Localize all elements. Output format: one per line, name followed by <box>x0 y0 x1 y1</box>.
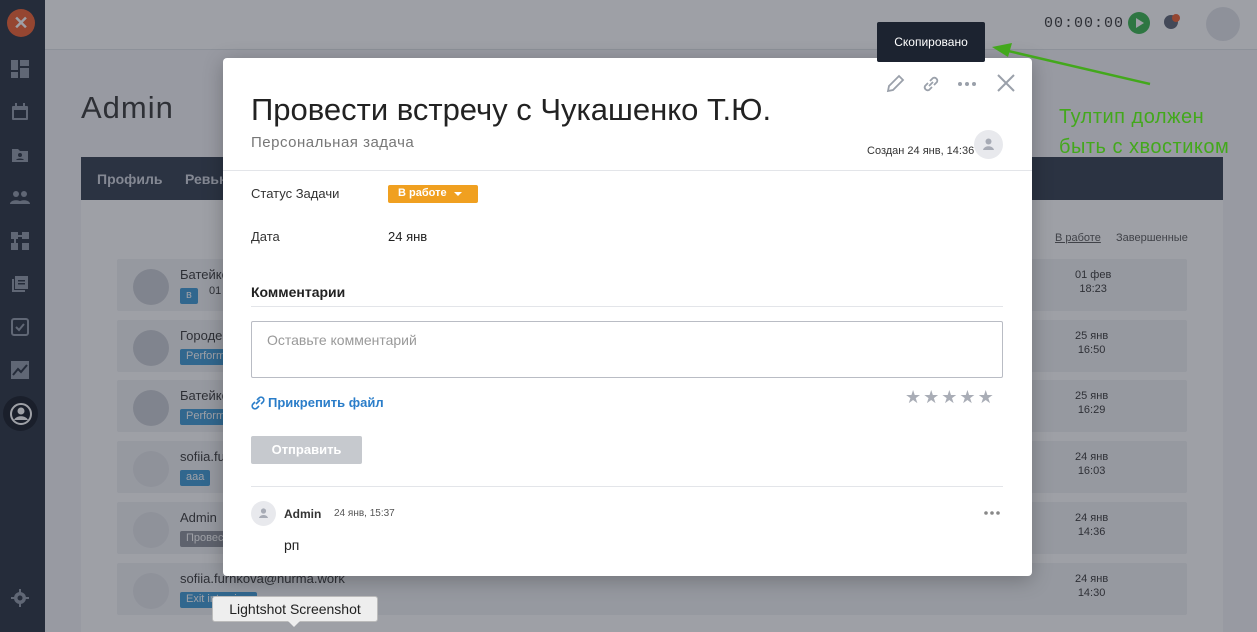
annotation-text: Тултип должен быть с хвостиком <box>1059 106 1230 158</box>
lightshot-label: Lightshot Screenshot <box>212 596 378 622</box>
lightshot-tail <box>288 621 300 627</box>
annotation-arrow <box>992 43 1151 86</box>
